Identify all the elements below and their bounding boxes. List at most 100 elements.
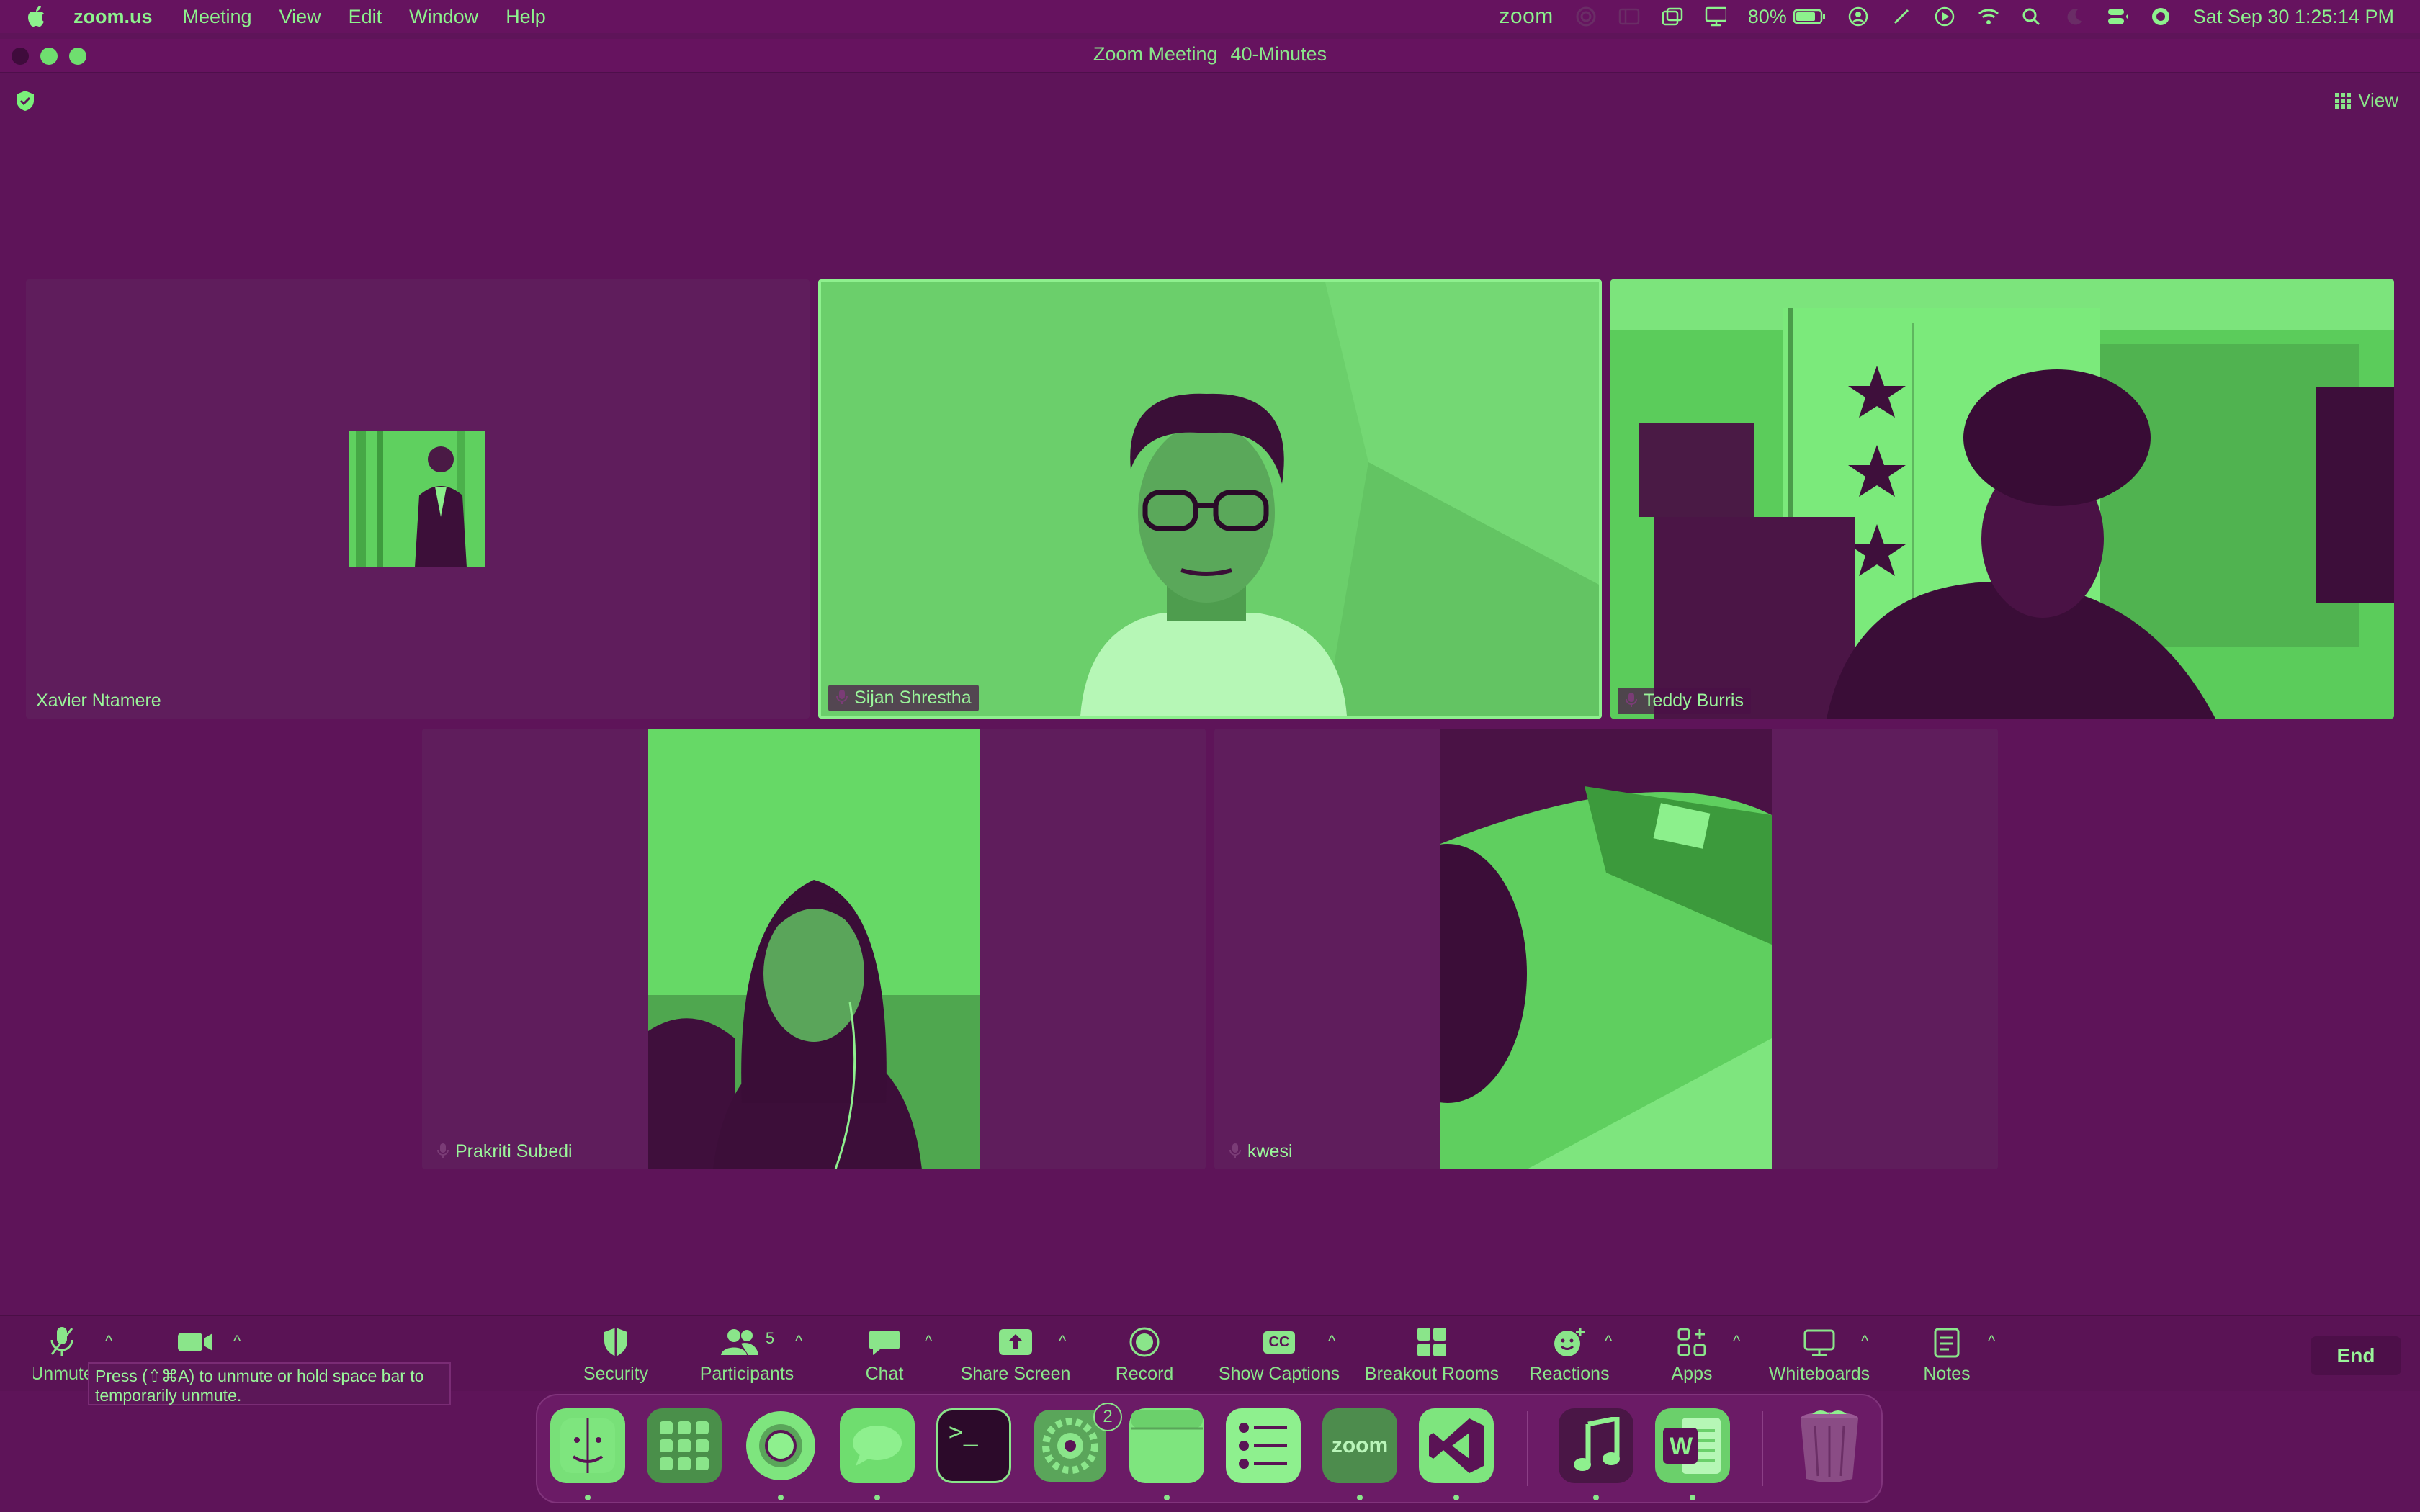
reminders-list-icon [1239, 1423, 1287, 1469]
show-captions-button[interactable]: CC Show Captions [1217, 1323, 1341, 1385]
reactions-label: Reactions [1529, 1364, 1610, 1384]
apps-button[interactable]: Apps [1668, 1323, 1716, 1385]
trash-can-icon [1801, 1410, 1858, 1482]
meeting-security-shield-icon[interactable] [14, 89, 36, 112]
share-screen-icon [999, 1329, 1032, 1355]
reactions-button[interactable]: Reactions [1527, 1323, 1612, 1385]
security-label: Security [583, 1364, 649, 1384]
video-options-caret[interactable]: ^ [233, 1332, 241, 1351]
view-button[interactable]: View [2335, 89, 2398, 112]
participant-video [1610, 279, 2394, 719]
dock-trash[interactable] [1792, 1408, 1867, 1483]
user-account-icon[interactable] [1847, 6, 1869, 27]
reactions-options-caret[interactable]: ^ [1605, 1332, 1612, 1351]
captions-options-caret[interactable]: ^ [1328, 1332, 1335, 1351]
audio-options-caret[interactable]: ^ [105, 1332, 112, 1351]
whiteboard-icon [1803, 1329, 1835, 1356]
muted-mic-icon [437, 1143, 449, 1158]
word-running-dot [1690, 1495, 1695, 1500]
menu-help[interactable]: Help [506, 6, 546, 28]
spotlight-search-icon[interactable] [2020, 6, 2042, 27]
participant-name: kwesi [1247, 1141, 1293, 1161]
grid-icon [2335, 92, 2352, 109]
pen-icon[interactable] [1891, 6, 1912, 27]
dock-word[interactable]: W [1655, 1408, 1730, 1483]
end-meeting-button[interactable]: End [2311, 1336, 2401, 1375]
dock: >_ 2 zoom W [536, 1394, 1883, 1503]
focus-moon-icon[interactable] [2063, 6, 2085, 27]
music-running-dot [1593, 1495, 1599, 1500]
dock-chrome[interactable] [743, 1408, 818, 1483]
muted-mic-icon [1626, 693, 1637, 707]
dock-launchpad[interactable] [647, 1408, 722, 1483]
record-label: Record [1115, 1364, 1174, 1384]
closed-captions-icon: CC [1263, 1331, 1296, 1354]
menu-meeting[interactable]: Meeting [183, 6, 252, 28]
dock-notes[interactable] [1129, 1408, 1204, 1483]
launchpad-grid-icon [660, 1421, 709, 1470]
dock-reminders[interactable] [1226, 1408, 1301, 1483]
wifi-icon[interactable] [1977, 6, 1999, 27]
participant-tile-sijan[interactable]: Sijan Shrestha [818, 279, 1602, 719]
participant-video [1368, 729, 1772, 1169]
notes-options-caret[interactable]: ^ [1988, 1332, 1995, 1351]
zoom-status-menu[interactable]: zoom [1499, 4, 1553, 29]
music-note-icon [1574, 1417, 1620, 1471]
play-icon[interactable] [1934, 6, 1955, 27]
dock-music[interactable] [1559, 1408, 1634, 1483]
notes-button[interactable]: Notes [1922, 1323, 1972, 1385]
finder-face-icon [560, 1418, 615, 1473]
zoom-running-dot [1357, 1495, 1363, 1500]
participant-tile-prakriti[interactable]: Prakriti Subedi [422, 729, 1206, 1169]
participants-button[interactable]: 5 Participants [696, 1323, 798, 1385]
participant-tile-teddy[interactable]: Teddy Burris [1610, 279, 2394, 719]
dock-finder[interactable] [550, 1408, 625, 1483]
menu-window[interactable]: Window [409, 6, 478, 28]
messages-running-dot [874, 1495, 880, 1500]
dock-vscode[interactable] [1419, 1408, 1494, 1483]
record-button[interactable]: Record [1113, 1323, 1175, 1385]
start-video-button[interactable] [173, 1323, 218, 1361]
control-center-icon[interactable] [2107, 6, 2128, 27]
whiteboards-label: Whiteboards [1768, 1364, 1870, 1384]
meeting-time-limit: 40-Minutes [1230, 43, 1327, 65]
unmute-button[interactable]: Unmute [33, 1323, 91, 1385]
share-screen-button[interactable]: Share Screen [961, 1323, 1070, 1385]
airdrop-icon[interactable] [1575, 6, 1597, 27]
display-icon[interactable] [1705, 6, 1726, 27]
apple-icon[interactable] [27, 6, 48, 27]
windows-icon[interactable] [1662, 6, 1683, 27]
dock-terminal[interactable]: >_ [936, 1408, 1011, 1483]
participants-options-caret[interactable]: ^ [795, 1332, 802, 1351]
share-screen-label: Share Screen [960, 1364, 1071, 1384]
muted-mic-icon [1229, 1143, 1241, 1158]
dock-zoom[interactable]: zoom [1322, 1408, 1397, 1483]
participant-name-tag: Prakriti Subedi [429, 1138, 580, 1165]
participants-label: Participants [699, 1364, 794, 1384]
participants-count: 5 [765, 1329, 775, 1347]
siri-icon[interactable] [2150, 6, 2172, 27]
security-button[interactable]: Security [576, 1323, 655, 1385]
whiteboards-options-caret[interactable]: ^ [1861, 1332, 1868, 1351]
participant-tile-xavier[interactable]: Xavier Ntamere [26, 279, 810, 719]
app-menu-zoom[interactable]: zoom.us [73, 6, 153, 28]
breakout-rooms-button[interactable]: Breakout Rooms [1364, 1323, 1500, 1385]
chat-button[interactable]: Chat [861, 1323, 908, 1385]
participant-tile-kwesi[interactable]: kwesi [1214, 729, 1998, 1169]
share-options-caret[interactable]: ^ [1059, 1332, 1066, 1351]
apps-options-caret[interactable]: ^ [1733, 1332, 1740, 1351]
whiteboards-button[interactable]: Whiteboards [1766, 1323, 1873, 1385]
participants-icon [720, 1329, 758, 1355]
settings-notification-badge: 2 [1093, 1403, 1122, 1431]
dock-messages[interactable] [840, 1408, 915, 1483]
battery-status[interactable]: 80% [1748, 6, 1826, 28]
participant-video [821, 282, 1599, 716]
window-titlebar: Zoom Meeting 40-Minutes [0, 39, 2420, 73]
menu-edit[interactable]: Edit [349, 6, 382, 28]
chat-options-caret[interactable]: ^ [925, 1332, 932, 1351]
menu-bar: zoom.us Meeting View Edit Window Help zo… [0, 0, 2420, 33]
meeting-title: Zoom Meeting [1093, 43, 1218, 65]
menu-view[interactable]: View [279, 6, 321, 28]
sidebar-icon[interactable] [1618, 6, 1640, 27]
menubar-clock[interactable]: Sat Sep 30 1:25:14 PM [2193, 6, 2394, 28]
